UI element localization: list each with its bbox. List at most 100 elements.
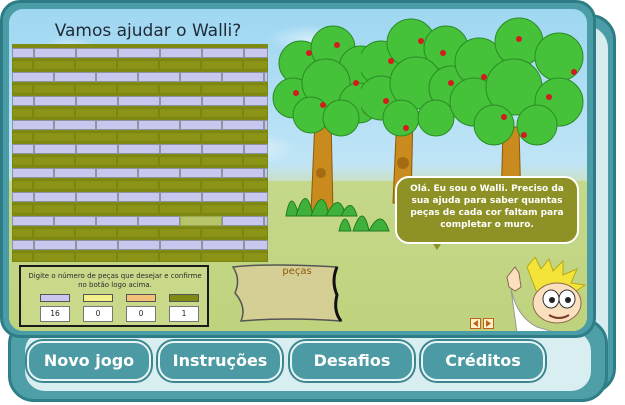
brick — [12, 240, 34, 250]
brick — [202, 192, 244, 202]
brick — [202, 240, 244, 250]
brick — [264, 120, 268, 130]
brick-row — [12, 168, 268, 178]
brick — [118, 240, 160, 250]
brick-row — [12, 216, 268, 226]
brick — [159, 228, 201, 238]
brick — [159, 156, 201, 166]
brick — [12, 228, 33, 238]
brick — [244, 48, 268, 58]
brick-row — [12, 84, 268, 94]
brick — [76, 192, 118, 202]
brick — [54, 72, 96, 82]
instructions-button[interactable]: Instruções — [158, 341, 282, 381]
brick-row — [12, 240, 268, 250]
brick — [118, 192, 160, 202]
brick — [12, 84, 33, 94]
brick — [96, 120, 138, 130]
previous-arrow-icon[interactable] — [470, 318, 481, 329]
page-title: Vamos ajudar o Walli? — [54, 21, 242, 41]
brick — [138, 216, 180, 226]
brick — [264, 72, 268, 82]
count-input-lavender[interactable]: 16 — [40, 306, 70, 322]
brick — [12, 192, 34, 202]
brick — [138, 120, 180, 130]
brick — [159, 84, 201, 94]
bush-right-illustration — [338, 215, 390, 232]
brick — [202, 48, 244, 58]
brick — [34, 192, 76, 202]
brick — [76, 96, 118, 106]
brick-row — [12, 60, 268, 70]
brick — [222, 168, 264, 178]
brick — [75, 60, 117, 70]
brick — [138, 72, 180, 82]
page-arrows — [470, 318, 494, 329]
brick — [12, 120, 54, 130]
brick-row — [12, 108, 268, 118]
brick-row — [12, 132, 268, 142]
brick-row — [12, 120, 268, 130]
brick — [12, 108, 33, 118]
count-input-olive[interactable]: 1 — [169, 306, 199, 322]
brick — [12, 144, 34, 154]
brick — [180, 168, 222, 178]
credits-button[interactable]: Créditos — [421, 341, 545, 381]
brick — [117, 252, 159, 262]
walli-character — [506, 257, 587, 331]
brick-row — [12, 204, 268, 214]
brick — [243, 60, 268, 70]
brick — [75, 156, 117, 166]
brick — [33, 228, 75, 238]
swatch-orange — [126, 294, 156, 302]
brick — [159, 108, 201, 118]
brick-row — [12, 192, 268, 202]
brick — [160, 144, 202, 154]
brick — [75, 108, 117, 118]
brick — [75, 228, 117, 238]
brick — [159, 60, 201, 70]
speech-bubble: Olá. Eu sou o Walli. Preciso da sua ajud… — [395, 176, 579, 244]
brick — [117, 84, 159, 94]
brick — [96, 168, 138, 178]
brick — [202, 96, 244, 106]
challenges-button[interactable]: Desafios — [290, 341, 414, 381]
count-input-orange[interactable]: 0 — [126, 306, 156, 322]
brick — [75, 132, 117, 142]
brick — [201, 84, 243, 94]
brick — [159, 180, 201, 190]
brick — [117, 132, 159, 142]
swatch-olive — [169, 294, 199, 302]
brick — [54, 216, 96, 226]
brick — [33, 84, 75, 94]
brick — [244, 144, 268, 154]
next-arrow-icon[interactable] — [483, 318, 494, 329]
brick — [201, 180, 243, 190]
brick — [117, 108, 159, 118]
brick — [159, 132, 201, 142]
brick — [222, 120, 264, 130]
swatch-lavender — [40, 294, 70, 302]
game-screen: Vamos ajudar o Walli? Digite o número de… — [9, 9, 587, 331]
brick-row — [12, 228, 268, 238]
pieces-label: peças — [282, 266, 312, 277]
brick — [75, 180, 117, 190]
brick — [244, 240, 268, 250]
brick — [12, 156, 33, 166]
brick — [180, 120, 222, 130]
brick — [243, 84, 268, 94]
instructions-text: Digite o número de peças que desejar e c… — [28, 272, 202, 289]
brick — [244, 192, 268, 202]
brick — [33, 108, 75, 118]
brick — [180, 72, 222, 82]
brick — [117, 228, 159, 238]
brick — [222, 216, 264, 226]
new-game-button[interactable]: Novo jogo — [27, 341, 151, 381]
brick-row — [12, 156, 268, 166]
brick-row — [12, 144, 268, 154]
brick — [201, 204, 243, 214]
brick — [96, 216, 138, 226]
brick — [222, 72, 264, 82]
brick — [34, 96, 76, 106]
count-input-yellow[interactable]: 0 — [83, 306, 113, 322]
